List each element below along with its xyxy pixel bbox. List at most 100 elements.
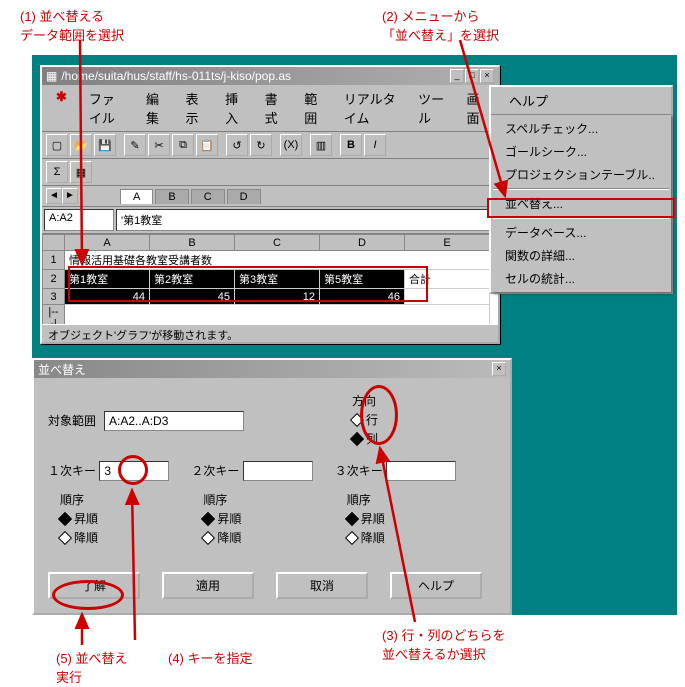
cell[interactable]: 第5教室 — [320, 270, 405, 289]
cell[interactable]: 44 — [65, 289, 150, 305]
menu-realtime[interactable]: リアルタイム — [334, 87, 406, 129]
italic-icon[interactable]: I — [364, 134, 386, 156]
key2-asc-radio[interactable] — [201, 511, 215, 525]
cell[interactable] — [405, 289, 490, 305]
bold-icon[interactable]: B — [340, 134, 362, 156]
menu-help[interactable]: ヘルプ — [491, 87, 671, 114]
chart-icon[interactable]: ▥ — [310, 134, 332, 156]
cell[interactable]: 第2教室 — [150, 270, 235, 289]
order-label: 順序 — [60, 491, 169, 508]
help-button[interactable]: ヘルプ — [390, 572, 482, 599]
key3-desc-radio[interactable] — [345, 530, 359, 544]
new-icon[interactable]: ▢ — [46, 134, 68, 156]
undo-icon[interactable]: ↺ — [226, 134, 248, 156]
cancel-button[interactable]: 取消 — [276, 572, 368, 599]
row-header[interactable]: 3 — [43, 289, 65, 305]
menu-cell-stats[interactable]: セルの統計... — [493, 267, 669, 290]
direction-label: 方向 — [352, 392, 378, 409]
key3-asc-radio[interactable] — [345, 511, 359, 525]
spreadsheet-grid[interactable]: A B C D E 1 情報活用基礎各教室受講者数 2 第1教室 第2教室 第3… — [42, 234, 498, 324]
direction-col-radio[interactable] — [350, 431, 364, 445]
menu-projection-table[interactable]: プロジェクションテーブル.. — [493, 163, 669, 186]
cell-content-box[interactable]: '第1教室 — [116, 209, 496, 231]
key2-desc-radio[interactable] — [201, 530, 215, 544]
cell[interactable]: 第3教室 — [235, 270, 320, 289]
paste-icon[interactable]: 📋 — [196, 134, 218, 156]
sum-icon[interactable]: Σ — [46, 161, 68, 183]
sheet-tab-c[interactable]: C — [191, 189, 225, 204]
ok-button[interactable]: 了解 — [48, 572, 140, 599]
cell[interactable]: 46 — [320, 289, 405, 305]
cell[interactable]: 情報活用基礎各教室受講者数 — [65, 251, 490, 270]
annotation-2-line1: (2) メニューから — [382, 6, 499, 25]
range-input[interactable] — [104, 411, 244, 431]
cell[interactable]: 第1教室 — [65, 270, 150, 289]
copy-icon[interactable]: ⧉ — [172, 134, 194, 156]
dialog-close-button[interactable]: × — [492, 362, 506, 376]
cell[interactable]: 合計 — [405, 270, 490, 289]
menu-tools[interactable]: ツール — [408, 87, 454, 129]
sheet-tab-d[interactable]: D — [227, 189, 261, 204]
spreadsheet-window: ▦ /home/suita/hus/staff/hs-011ts/j-kiso/… — [40, 65, 500, 344]
window-title: /home/suita/hus/staff/hs-011ts/j-kiso/po… — [61, 69, 291, 83]
cell[interactable]: 45 — [150, 289, 235, 305]
window-titlebar: ▦ /home/suita/hus/staff/hs-011ts/j-kiso/… — [42, 67, 498, 85]
desc-label: 降順 — [74, 529, 98, 546]
annotation-1-line1: (1) 並べ替える — [20, 6, 124, 25]
cell-reference-box[interactable]: A:A2 — [44, 209, 114, 231]
select-all-corner[interactable] — [43, 235, 65, 251]
menu-sort[interactable]: 並べ替え... — [493, 192, 669, 215]
table-row: 2 第1教室 第2教室 第3教室 第5教室 合計 — [43, 270, 490, 289]
menu-file[interactable]: ファイル — [79, 87, 134, 129]
close-button[interactable]: × — [480, 69, 494, 83]
apply-button[interactable]: 適用 — [162, 572, 254, 599]
col-header[interactable]: C — [235, 235, 320, 251]
menu-insert[interactable]: 挿入 — [215, 87, 253, 129]
row-header[interactable]: 2 — [43, 270, 65, 289]
table-row: 3 44 45 12 46 — [43, 289, 490, 305]
range-label: 対象範囲 — [48, 412, 96, 429]
menu-database[interactable]: データベース... — [493, 221, 669, 244]
redo-icon[interactable]: ↻ — [250, 134, 272, 156]
grid-icon[interactable]: ▦ — [70, 161, 92, 183]
sheet-tabs-row: ◄ ► A B C D — [42, 186, 498, 207]
asc-label: 昇順 — [74, 510, 98, 527]
paren-icon[interactable]: (X) — [280, 134, 302, 156]
order-label: 順序 — [203, 491, 312, 508]
row-header[interactable]: |---| — [43, 305, 65, 325]
open-icon[interactable]: 📂 — [70, 134, 92, 156]
menu-format[interactable]: 書式 — [255, 87, 293, 129]
cell[interactable]: 12 — [235, 289, 320, 305]
key2-input[interactable] — [243, 461, 313, 481]
minimize-button[interactable]: _ — [450, 69, 464, 83]
row-header[interactable]: 1 — [43, 251, 65, 270]
save-icon[interactable]: 💾 — [94, 134, 116, 156]
maximize-button[interactable]: □ — [465, 69, 479, 83]
key3-input[interactable] — [386, 461, 456, 481]
app-menu-icon[interactable]: ✱ — [46, 87, 77, 129]
col-header[interactable]: A — [65, 235, 150, 251]
menu-view[interactable]: 表示 — [176, 87, 214, 129]
sheet-tab-a[interactable]: A — [120, 189, 153, 204]
menu-spellcheck[interactable]: スペルチェック... — [493, 117, 669, 140]
toolbar-1: ▢ 📂 💾 ✎ ✂ ⧉ 📋 ↺ ↻ (X) ▥ B I — [42, 132, 498, 159]
cut-icon[interactable]: ✂ — [148, 134, 170, 156]
col-header[interactable]: E — [405, 235, 490, 251]
key1-asc-radio[interactable] — [58, 511, 72, 525]
key1-input[interactable] — [99, 461, 169, 481]
menu-function-details[interactable]: 関数の詳細... — [493, 244, 669, 267]
sheet-tab-b[interactable]: B — [155, 189, 188, 204]
desktop: ▦ /home/suita/hus/staff/hs-011ts/j-kiso/… — [32, 55, 677, 615]
col-header[interactable]: B — [150, 235, 235, 251]
annotation-3-line2: 並べ替えるか選択 — [382, 644, 506, 663]
tab-scroll-left[interactable]: ◄ — [46, 188, 62, 204]
menu-range[interactable]: 範囲 — [294, 87, 332, 129]
menu-goalseek[interactable]: ゴールシーク... — [493, 140, 669, 163]
menu-edit[interactable]: 編集 — [136, 87, 174, 129]
col-header[interactable]: D — [320, 235, 405, 251]
direction-row-radio[interactable] — [350, 412, 364, 426]
order-label: 順序 — [347, 491, 456, 508]
print-icon[interactable]: ✎ — [124, 134, 146, 156]
tab-scroll-right[interactable]: ► — [62, 188, 78, 204]
key1-desc-radio[interactable] — [58, 530, 72, 544]
